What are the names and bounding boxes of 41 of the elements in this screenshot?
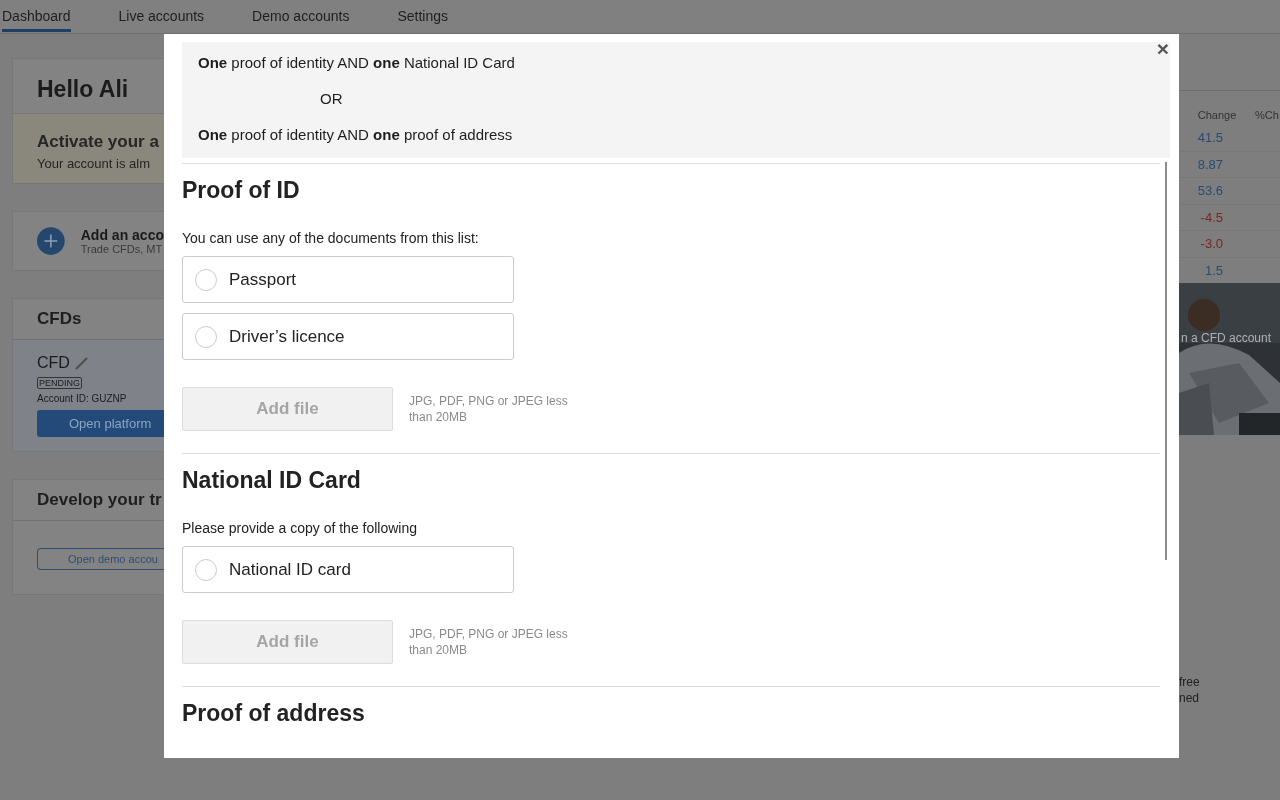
banner-text: Your account is alm bbox=[37, 156, 151, 171]
account-id: Account ID: GUZNP bbox=[37, 393, 128, 404]
status-badge: PENDING bbox=[37, 377, 82, 389]
add-account-subtitle: Trade CFDs, MT bbox=[80, 243, 164, 255]
plus-icon bbox=[37, 226, 65, 256]
requirement-text: One proof of identity AND one National ID Card bbox=[198, 53, 515, 73]
add-account-title: Add an acco bbox=[80, 227, 164, 243]
document-option[interactable]: Passport bbox=[182, 256, 514, 303]
file-hint: JPG, PDF, PNG or JPEG less than 20MB bbox=[409, 626, 569, 658]
section-title: Proof of address bbox=[182, 699, 366, 727]
open-platform-button[interactable]: Open platform bbox=[37, 410, 164, 437]
requirement-text: One proof of identity AND one proof of address bbox=[198, 125, 513, 145]
table-cell-text: -4.5 bbox=[1199, 209, 1223, 225]
side-text: free bbox=[1179, 674, 1201, 690]
side-text: ned bbox=[1179, 690, 1201, 706]
banner-title: Activate your a bbox=[37, 132, 160, 152]
file-hint: JPG, PDF, PNG or JPEG less than 20MB bbox=[409, 393, 569, 425]
open-demo-button[interactable]: Open demo accou bbox=[37, 548, 164, 570]
document-option[interactable]: National ID card bbox=[182, 546, 514, 593]
nav-tab[interactable]: Settings bbox=[397, 0, 448, 32]
close-button[interactable]: × bbox=[1154, 38, 1171, 60]
instruction-text: Please provide a copy of the following bbox=[182, 520, 419, 536]
promo-text: n a CFD account bbox=[1181, 331, 1272, 345]
nav-tab[interactable]: Dashboard bbox=[2, 0, 71, 32]
column-header: Change bbox=[1196, 109, 1238, 121]
account-name: CFD bbox=[37, 354, 70, 372]
instruction-text: You can use any of the documents from this list: bbox=[182, 230, 480, 246]
separator-text: OR bbox=[319, 89, 343, 109]
section-title: Proof of ID bbox=[182, 176, 301, 204]
table-cell-text: -3.0 bbox=[1199, 236, 1223, 252]
nav-tab[interactable]: Demo accounts bbox=[252, 0, 350, 32]
pencil-icon bbox=[73, 355, 90, 371]
section-title: National ID Card bbox=[182, 466, 362, 494]
document-option[interactable]: Driver’s licence bbox=[182, 313, 514, 360]
table-cell-text: 8.87 bbox=[1196, 156, 1223, 172]
column-header: %Ch bbox=[1255, 109, 1280, 121]
table-cell-text: 1.5 bbox=[1203, 262, 1223, 278]
table-cell-text: 53.6 bbox=[1196, 183, 1223, 199]
nav-tab[interactable]: Live accounts bbox=[118, 0, 205, 32]
table-cell-text: 41.5 bbox=[1196, 130, 1223, 146]
scrollbar[interactable] bbox=[1165, 162, 1167, 560]
